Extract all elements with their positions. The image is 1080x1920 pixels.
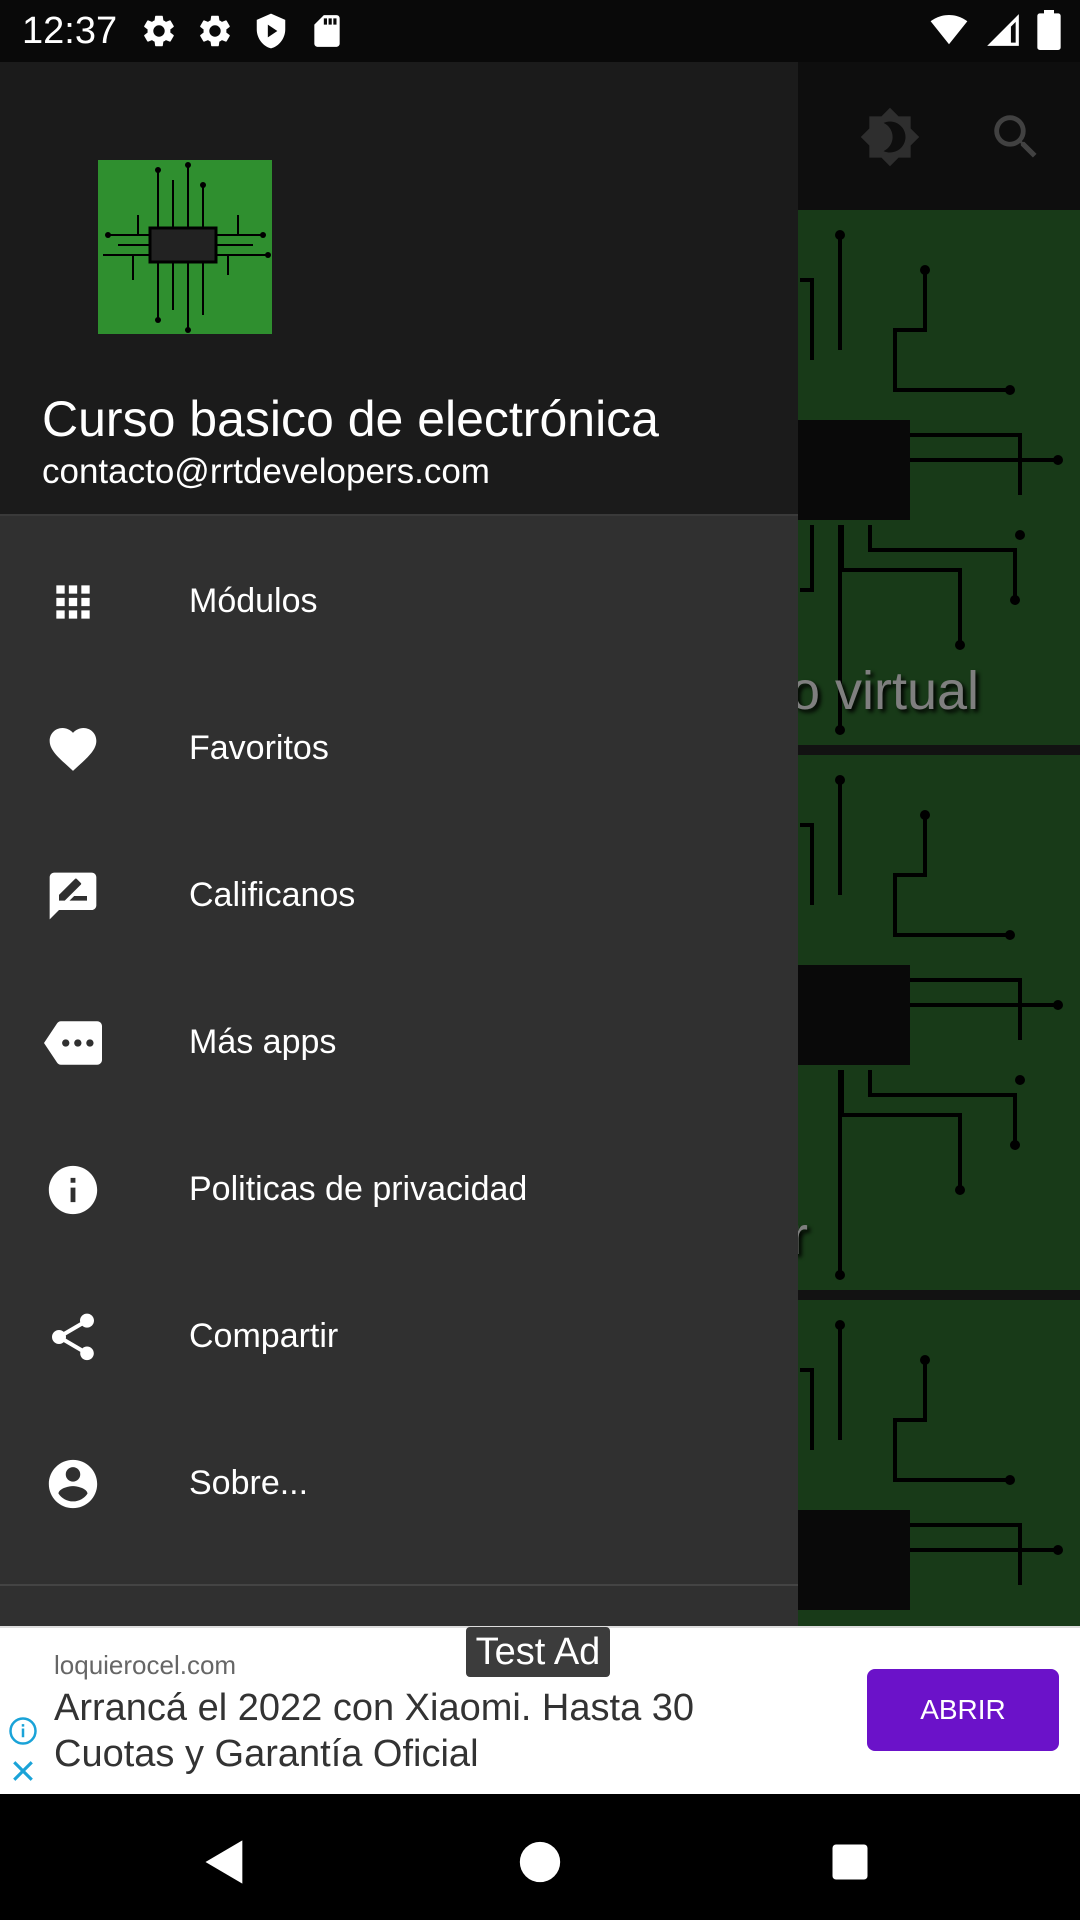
heart-icon xyxy=(44,720,102,778)
test-ad-badge: Test Ad xyxy=(466,1627,610,1677)
ad-close-icon[interactable] xyxy=(8,1756,38,1791)
menu-item-privacidad[interactable]: Politicas de privacidad xyxy=(0,1116,798,1263)
shield-icon xyxy=(252,12,290,55)
system-nav-bar xyxy=(0,1794,1080,1920)
wifi-icon xyxy=(928,11,970,54)
rate-review-icon xyxy=(44,867,102,925)
recents-icon[interactable] xyxy=(820,1832,880,1892)
share-icon xyxy=(44,1308,102,1366)
status-time: 12:37 xyxy=(22,10,118,52)
menu-item-label: Más apps xyxy=(189,1023,337,1061)
status-bar: 12:37 xyxy=(0,0,1080,62)
notification-icons xyxy=(140,12,346,55)
menu-item-mas-apps[interactable]: Más apps xyxy=(0,969,798,1116)
app-logo xyxy=(98,160,272,334)
menu-item-label: Sobre... xyxy=(189,1464,309,1502)
drawer-menu: Módulos Favoritos Calificanos Más apps P… xyxy=(0,528,798,1557)
ad-text[interactable]: Arrancá el 2022 con Xiaomi. Hasta 30 Cuo… xyxy=(54,1685,774,1777)
menu-item-label: Módulos xyxy=(189,582,318,620)
menu-item-label: Compartir xyxy=(189,1317,339,1355)
menu-item-compartir[interactable]: Compartir xyxy=(0,1263,798,1410)
ad-info-icon[interactable] xyxy=(8,1716,38,1751)
account-circle-icon xyxy=(44,1455,102,1513)
ad-open-button[interactable]: ABRIR xyxy=(867,1669,1059,1751)
menu-item-modulos[interactable]: Módulos xyxy=(0,528,798,675)
app-email: contacto@rrtdevelopers.com xyxy=(42,452,490,491)
sd-card-icon xyxy=(308,12,346,55)
menu-item-label: Favoritos xyxy=(189,729,329,767)
gear-icon xyxy=(140,12,178,55)
gear-icon xyxy=(196,12,234,55)
more-apps-icon xyxy=(44,1014,102,1072)
battery-icon xyxy=(1036,10,1062,55)
menu-item-label: Politicas de privacidad xyxy=(189,1170,528,1208)
menu-item-sobre[interactable]: Sobre... xyxy=(0,1410,798,1557)
menu-item-calificanos[interactable]: Calificanos xyxy=(0,822,798,969)
back-icon[interactable] xyxy=(195,1832,255,1892)
menu-divider xyxy=(0,1584,798,1586)
cell-signal-icon xyxy=(984,11,1022,54)
ad-domain: loquierocel.com xyxy=(54,1650,237,1680)
menu-item-label: Calificanos xyxy=(189,876,356,914)
system-icons xyxy=(928,10,1062,55)
grid-icon xyxy=(44,573,102,631)
app-name: Curso basico de electrónica xyxy=(42,391,659,447)
home-icon[interactable] xyxy=(510,1832,570,1892)
drawer-header: Curso basico de electrónica contacto@rrt… xyxy=(0,62,798,516)
info-icon xyxy=(44,1161,102,1219)
menu-item-favoritos[interactable]: Favoritos xyxy=(0,675,798,822)
